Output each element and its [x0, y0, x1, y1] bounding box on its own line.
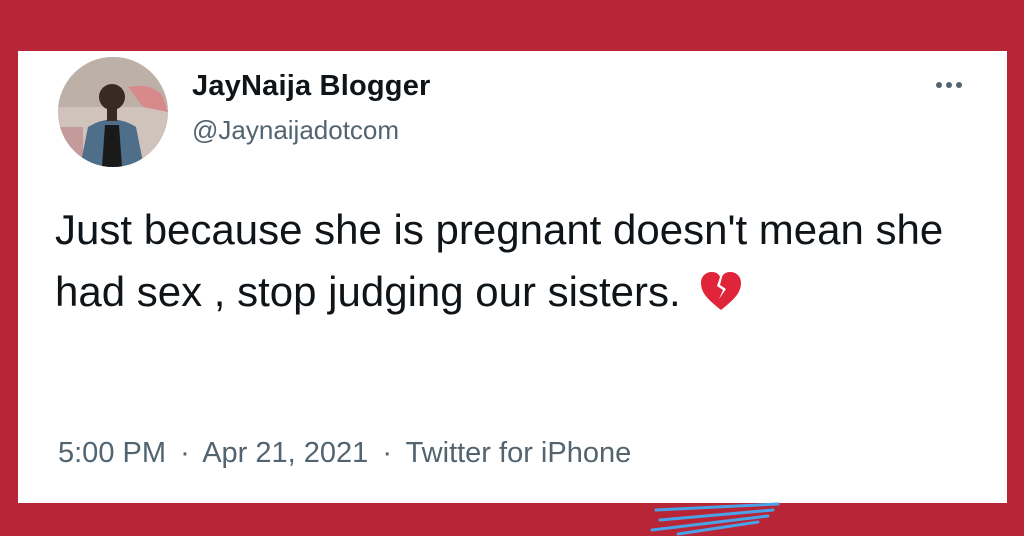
- meta-separator: ·: [382, 437, 393, 469]
- tweet-meta: 5:00 PM · Apr 21, 2021 · Twitter for iPh…: [58, 437, 631, 470]
- avatar-image: [58, 57, 168, 167]
- tweet-time[interactable]: 5:00 PM: [58, 437, 166, 469]
- user-handle[interactable]: @Jaynaijadotcom: [192, 115, 399, 146]
- more-dot: [956, 82, 962, 88]
- more-dots-icon: [936, 82, 942, 88]
- tweet-source[interactable]: Twitter for iPhone: [406, 437, 632, 469]
- tweet-card: JayNaija Blogger @Jaynaijadotcom Just be…: [18, 51, 1007, 503]
- tweet-text: Just because she is pregnant doesn't mea…: [55, 206, 944, 315]
- avatar[interactable]: [58, 57, 168, 167]
- tweet-body: Just because she is pregnant doesn't mea…: [55, 199, 955, 323]
- more-dot: [946, 82, 952, 88]
- decorative-scribble: [650, 502, 780, 536]
- meta-separator: ·: [180, 437, 190, 469]
- more-options-button[interactable]: [931, 75, 967, 95]
- broken-heart-icon: [701, 272, 742, 310]
- display-name[interactable]: JayNaija Blogger: [192, 70, 431, 103]
- tweet-date[interactable]: Apr 21, 2021: [202, 437, 368, 469]
